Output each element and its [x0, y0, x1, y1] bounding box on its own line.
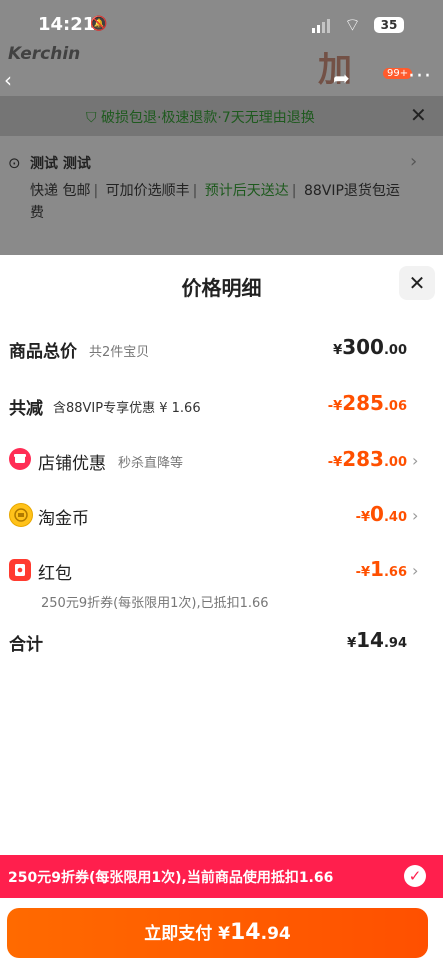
- coupon-note: 250元9折券(每张限用1次),已抵扣1.66: [41, 596, 269, 611]
- promo-text: 250元9折券(每张限用1次),当前商品使用抵扣1.66: [8, 870, 334, 886]
- red-packet-amount[interactable]: -¥1.66: [356, 557, 407, 581]
- close-icon[interactable]: ✕: [410, 103, 427, 127]
- sheet-title: 价格明细: [181, 276, 262, 300]
- gold-coin-icon: [9, 503, 33, 527]
- shield-check-icon: ⛉: [86, 110, 97, 126]
- total-goods-label: 商品总价: [9, 342, 77, 362]
- bell-muted-icon: 🔕: [90, 16, 108, 32]
- battery-icon: 35: [374, 17, 404, 33]
- red-packet-icon: [9, 559, 31, 581]
- chevron-right-icon[interactable]: ›: [412, 561, 418, 580]
- sheet-close-button[interactable]: ✕: [399, 266, 435, 300]
- shipping-option: 可加价选顺丰: [105, 183, 190, 199]
- pay-button-int: 14: [230, 920, 261, 945]
- red-packet-label: 红包: [38, 564, 72, 584]
- pay-now-button[interactable]: 立即支付 ¥14.94: [7, 908, 428, 958]
- location-pin-icon: ⊙: [8, 154, 21, 172]
- pay-button-dec: .94: [260, 924, 291, 944]
- reduction-label: 共减: [9, 399, 43, 419]
- share-icon[interactable]: ➦: [333, 66, 350, 90]
- wifi-icon: ⌔: [344, 15, 361, 36]
- pay-button-label: 立即支付 ¥: [144, 924, 230, 944]
- taojinbi-amount[interactable]: -¥0.40: [356, 502, 407, 526]
- total-label: 合计: [9, 635, 43, 655]
- reduction-detail: 含88VIP专享优惠 ¥ 1.66: [53, 401, 201, 416]
- status-time: 14:21: [38, 14, 96, 35]
- shop-icon: [9, 448, 31, 470]
- guarantee-label: 破损包退·极速退款·7天无理由退换: [100, 110, 315, 126]
- chevron-right-icon[interactable]: ›: [412, 506, 418, 525]
- shop-discount-amount[interactable]: -¥283.00: [328, 447, 407, 471]
- total-goods-amount: ¥300.00: [333, 335, 407, 359]
- total-goods-count: 共2件宝贝: [89, 345, 150, 360]
- shop-discount-label: 店铺优惠: [38, 454, 106, 474]
- guarantee-text: ⛉ 破损包退·极速退款·7天无理由退换: [86, 107, 315, 127]
- cellular-signal-icon: [312, 19, 330, 33]
- back-icon[interactable]: ‹: [4, 68, 12, 92]
- chevron-right-icon[interactable]: ›: [412, 451, 418, 470]
- check-icon[interactable]: ✓: [404, 865, 426, 887]
- address-name: 测试 测试: [30, 156, 91, 172]
- taojinbi-label: 淘金币: [38, 509, 89, 529]
- shop-discount-detail: 秒杀直降等: [118, 456, 184, 471]
- reduction-amount: -¥285.06: [327, 391, 407, 415]
- more-icon[interactable]: ···: [408, 64, 432, 89]
- shipping-info: 快递 包邮 | 可加价选顺丰 | 预计后天送达 | 88VIP退货包运费: [30, 183, 400, 221]
- shipping-method: 快递 包邮: [30, 183, 91, 199]
- brand-logo: Kerchin: [8, 44, 81, 64]
- total-amount: ¥14.94: [347, 628, 407, 652]
- chevron-right-icon: ›: [410, 151, 418, 172]
- delivery-estimate: 预计后天送达: [204, 183, 289, 199]
